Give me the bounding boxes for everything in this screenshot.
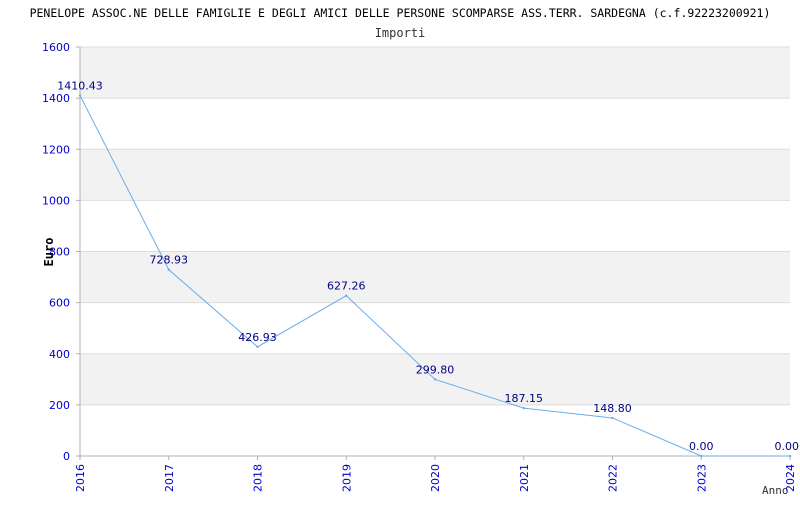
chart-subtitle: Importi xyxy=(375,26,426,40)
line-chart: 02004006008001000120014001600 2016 2017 20… xyxy=(30,6,800,497)
y-tick-label: 1000 xyxy=(42,194,70,207)
data-label: 0.00 xyxy=(775,440,800,453)
data-point xyxy=(788,454,792,458)
data-point xyxy=(611,416,614,420)
data-label: 627.26 xyxy=(327,280,366,293)
data-label: 426.93 xyxy=(238,331,277,344)
y-tick-label: 400 xyxy=(49,348,70,361)
x-axis-label: Anno xyxy=(762,484,789,497)
x-tick-label: 2019 xyxy=(340,464,353,492)
y-tick-label: 1600 xyxy=(42,41,70,54)
y-axis-label: Euro xyxy=(42,238,56,267)
chart-container: 0 200 400 600 800 1000 1200 1400 1600 2016 2017 20… xyxy=(0,0,800,500)
data-point xyxy=(78,94,82,97)
data-label: 148.80 xyxy=(593,402,632,415)
x-tick-labels: 2016 2017 2018 2019 2020 2021 2022 2023 2024 xyxy=(74,464,797,492)
data-label: 728.93 xyxy=(150,254,189,267)
data-label: 0.00 xyxy=(689,440,714,453)
chart-title: PENELOPE ASSOC.NE DELLE FAMIGLIE E DEGLI… xyxy=(30,6,771,20)
y-tick-label: 200 xyxy=(49,399,70,412)
x-tick-label: 2023 xyxy=(695,464,708,492)
data-label: 187.15 xyxy=(505,392,544,405)
data-point xyxy=(433,378,437,381)
x-tick-label: 2016 xyxy=(74,464,87,492)
background-band xyxy=(80,47,790,99)
y-tick-label: 0 xyxy=(63,450,70,463)
background-band xyxy=(80,149,790,201)
data-label: 299.80 xyxy=(416,363,455,376)
x-tick-label: 2020 xyxy=(429,464,442,492)
data-label: 1410.43 xyxy=(57,79,103,92)
data-point xyxy=(700,454,703,458)
x-tick-label: 2018 xyxy=(252,464,265,492)
y-tick-label: 600 xyxy=(49,297,70,310)
data-point xyxy=(167,268,170,271)
data-point xyxy=(522,406,525,410)
x-tick-label: 2021 xyxy=(518,464,531,492)
y-tick-label: 1400 xyxy=(42,92,70,105)
x-tick-label: 2017 xyxy=(163,464,176,492)
gridlines xyxy=(80,46,790,406)
y-tick-label: 1200 xyxy=(42,143,70,156)
data-point xyxy=(256,345,259,349)
background-bands xyxy=(80,47,790,405)
x-tick-label: 2022 xyxy=(607,464,620,492)
data-point xyxy=(345,294,348,297)
